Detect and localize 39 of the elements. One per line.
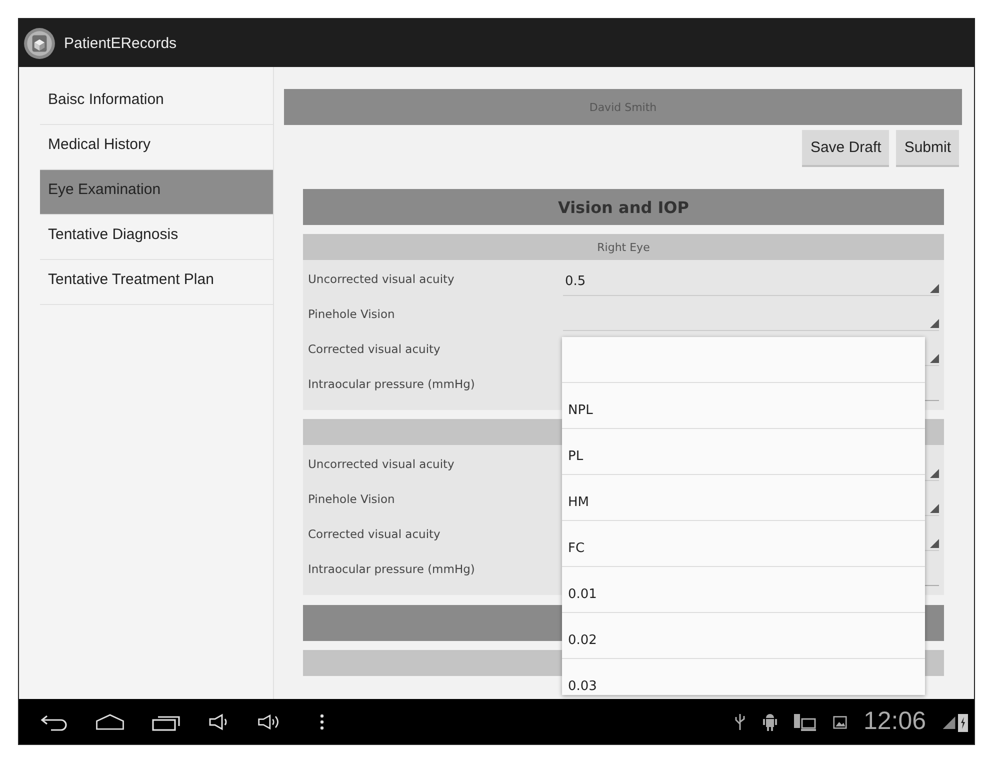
menu-icon[interactable]	[319, 712, 325, 732]
usb-icon	[733, 712, 748, 732]
sidebar-item[interactable]: Eye Examination	[40, 170, 273, 215]
sidebar-item[interactable]: Tentative Treatment Plan	[40, 260, 273, 305]
battery-icon	[958, 712, 968, 732]
field-label: Pinehole Vision	[308, 306, 396, 322]
section-title: Vision and IOP	[303, 189, 944, 225]
sidebar-item[interactable]: Tentative Diagnosis	[40, 215, 273, 260]
dropdown-corner-icon	[930, 538, 939, 548]
clock-time: 12:06	[863, 707, 926, 736]
dropdown-corner-icon	[930, 318, 939, 328]
sidebar-item[interactable]: Baisc Information	[40, 80, 273, 125]
computer-icon	[793, 712, 818, 732]
field-label: Pinehole Vision	[308, 492, 396, 508]
volume-up-icon[interactable]	[257, 712, 281, 732]
dropdown-corner-icon	[930, 468, 939, 478]
group-header: Right Eye	[303, 234, 944, 260]
dropdown-option[interactable]: HM	[562, 475, 925, 521]
field-label: Uncorrected visual acuity	[308, 456, 456, 472]
field-label: Intraocular pressure (mmHg)	[308, 376, 476, 392]
submit-button[interactable]: Submit	[896, 130, 959, 167]
dropdown-corner-icon	[930, 504, 939, 512]
dropdown-option[interactable]: 0.01	[562, 567, 925, 613]
dropdown-option[interactable]: PL	[562, 429, 925, 475]
dropdown-corner-icon	[930, 284, 939, 292]
home-icon[interactable]	[95, 712, 125, 732]
field-label: Uncorrected visual acuity	[308, 272, 456, 288]
field-label: Corrected visual acuity	[308, 526, 442, 542]
dropdown-corner-icon	[930, 354, 939, 362]
app-title: PatientERecords	[64, 34, 177, 52]
android-icon	[763, 712, 778, 732]
app-logo-icon	[23, 26, 56, 60]
field-label: Intraocular pressure (mmHg)	[308, 562, 476, 578]
save-draft-button[interactable]: Save Draft	[802, 130, 890, 167]
dropdown-option[interactable]: 0.02	[562, 613, 925, 659]
dropdown-option[interactable]: NPL	[562, 383, 925, 429]
dropdown-field[interactable]: 0.5	[563, 268, 939, 296]
dropdown-option[interactable]: FC	[562, 521, 925, 567]
field-label: Corrected visual acuity	[308, 342, 442, 358]
